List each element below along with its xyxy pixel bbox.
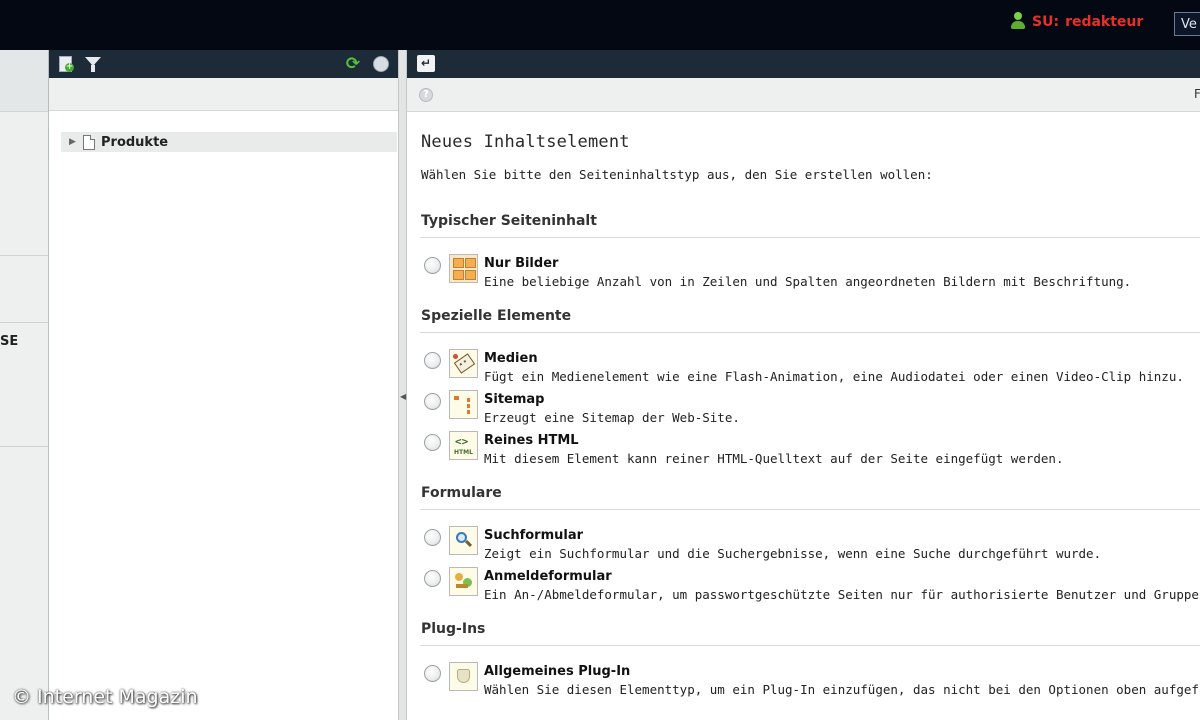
user-name: redakteur	[1065, 14, 1144, 30]
option-medien[interactable]: Medien Fügt ein Medienelement wie eine F…	[424, 349, 1200, 389]
help-icon[interactable]: ?	[419, 88, 433, 102]
module-sidebar: SE	[0, 50, 49, 720]
sidebar-partial-label: SE	[0, 334, 19, 349]
top-right-button[interactable]: Ve	[1174, 12, 1200, 36]
login-form-icon	[449, 567, 478, 596]
option-anmeldeformular[interactable]: Anmeldeformular Ein An-/Abmeldeformular,…	[424, 567, 1200, 607]
search-form-icon	[449, 526, 478, 555]
sitemap-icon	[449, 390, 478, 419]
user-icon	[1010, 12, 1026, 32]
option-sitemap[interactable]: Sitemap Erzeugt eine Sitemap der Web-Sit…	[424, 390, 1200, 430]
plugin-icon	[449, 662, 478, 691]
page-icon	[83, 134, 95, 150]
option-title: Sitemap	[484, 392, 545, 407]
radio-button[interactable]	[424, 434, 441, 451]
radio-button[interactable]	[424, 393, 441, 410]
section-divider	[420, 645, 1200, 646]
option-title: Suchformular	[484, 528, 584, 543]
html-icon-label: HTML	[454, 449, 473, 456]
sidebar-segment[interactable]	[0, 255, 48, 323]
content-wizard: Neues Inhaltselement Wählen Sie bitte de…	[420, 112, 1200, 720]
subbar-right-text: F	[1194, 87, 1200, 101]
section-title-forms: Formulare	[421, 485, 502, 501]
option-description: Eine beliebige Anzahl von in Zeilen und …	[484, 274, 1132, 289]
option-description: Wählen Sie diesen Elementtyp, um ein Plu…	[484, 682, 1200, 697]
media-icon	[449, 349, 478, 378]
panel-splitter[interactable]: ◀	[398, 50, 407, 720]
option-title: Nur Bilder	[484, 256, 559, 271]
images-icon	[449, 254, 478, 283]
sidebar-segment[interactable]	[0, 136, 48, 256]
sidebar-segment[interactable]	[0, 50, 48, 112]
globe-icon[interactable]	[372, 55, 390, 73]
html-icon: <> HTML	[449, 431, 478, 460]
content-toolbar	[407, 50, 1200, 78]
collapse-arrow-icon[interactable]: ◀	[400, 392, 406, 401]
su-prefix: SU:	[1032, 14, 1060, 30]
switch-user-indicator[interactable]: SU: redakteur	[1010, 12, 1143, 32]
option-description: Fügt ein Medienelement wie eine Flash-An…	[484, 369, 1184, 384]
radio-button[interactable]	[424, 257, 441, 274]
back-icon[interactable]: ↵	[417, 55, 435, 72]
tree-item-label: Produkte	[101, 134, 169, 150]
option-nur-bilder[interactable]: Nur Bilder Eine beliebige Anzahl von in …	[424, 254, 1200, 294]
radio-button[interactable]	[424, 352, 441, 369]
filter-icon[interactable]	[84, 55, 102, 73]
section-title-typical: Typischer Seiteninhalt	[421, 213, 597, 229]
page-title: Neues Inhaltselement	[421, 132, 630, 152]
option-title: Anmeldeformular	[484, 569, 612, 584]
radio-button[interactable]	[424, 529, 441, 546]
option-description: Ein An-/Abmeldeformular, um passwortgesc…	[484, 587, 1200, 602]
tree-subbar	[49, 78, 398, 111]
radio-button[interactable]	[424, 665, 441, 682]
page-tree: ▶ Produkte	[49, 111, 398, 720]
radio-button[interactable]	[424, 570, 441, 587]
option-title: Medien	[484, 351, 538, 366]
option-reines-html[interactable]: <> HTML Reines HTML Mit diesem Element ka…	[424, 431, 1200, 471]
section-title-plugins: Plug-Ins	[421, 621, 486, 637]
section-title-special: Spezielle Elemente	[421, 308, 572, 324]
option-description: Mit diesem Element kann reiner HTML-Quel…	[484, 451, 1064, 466]
option-suchformular[interactable]: Suchformular Zeigt ein Suchformular und …	[424, 526, 1200, 566]
watermark: © Internet Magazin	[12, 686, 198, 708]
intro-text: Wählen Sie bitte den Seiteninhaltstyp au…	[421, 167, 933, 182]
content-subbar	[407, 78, 1200, 112]
section-divider	[420, 237, 1200, 238]
option-description: Erzeugt eine Sitemap der Web-Site.	[484, 410, 740, 425]
section-divider	[420, 509, 1200, 510]
refresh-icon[interactable]: ⟳	[344, 55, 362, 73]
section-divider	[420, 332, 1200, 333]
tree-item-produkte[interactable]: ▶ Produkte	[61, 132, 397, 152]
option-allgemeines-plugin[interactable]: Allgemeines Plug-In Wählen Sie diesen El…	[424, 662, 1200, 702]
option-title: Allgemeines Plug-In	[484, 664, 631, 679]
new-page-icon[interactable]: +	[57, 55, 75, 73]
expand-arrow-icon[interactable]: ▶	[69, 137, 83, 147]
option-description: Zeigt ein Suchformular und die Suchergeb…	[484, 546, 1102, 561]
option-title: Reines HTML	[484, 433, 579, 448]
